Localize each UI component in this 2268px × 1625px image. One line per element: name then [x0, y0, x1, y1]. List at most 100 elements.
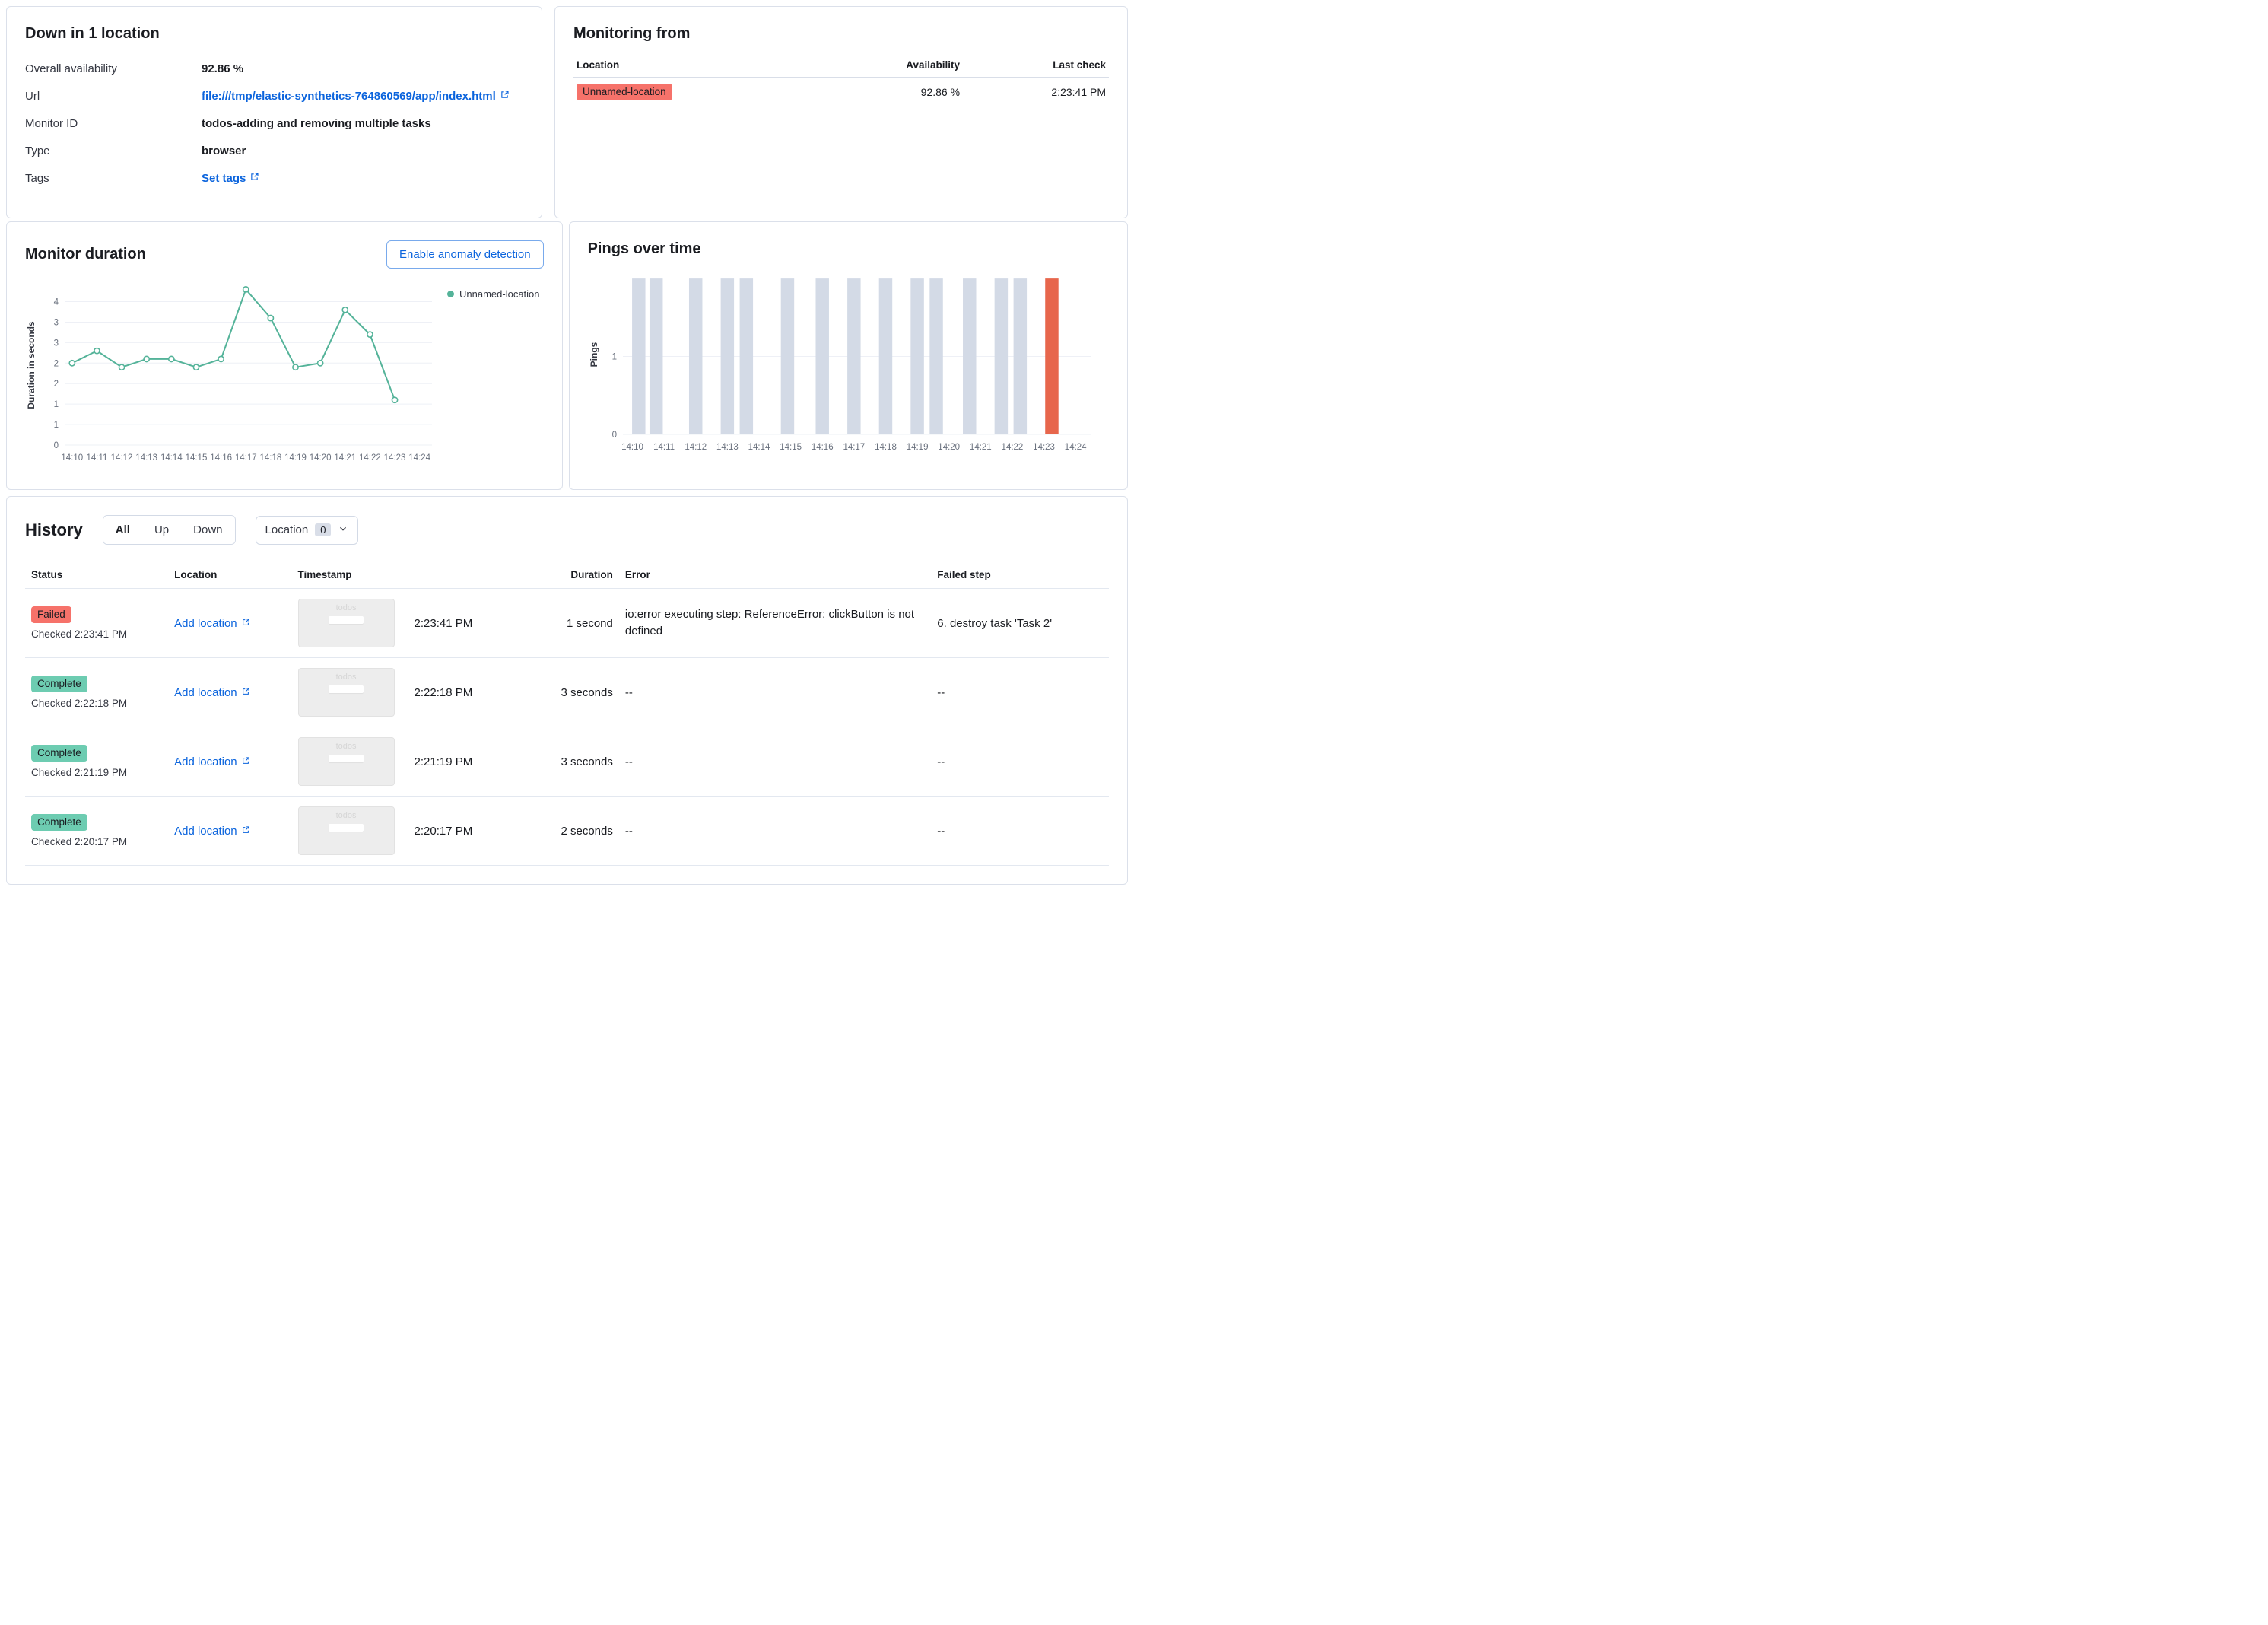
monitor-type-value: browser [202, 145, 246, 157]
legend-unnamed-location[interactable]: Unnamed-location [447, 288, 540, 300]
monitoring-row: Unnamed-location 92.86 % 2:23:41 PM [573, 77, 1109, 107]
step-screenshot-thumbnail[interactable]: todos [297, 599, 395, 647]
svg-text:14:20: 14:20 [938, 443, 960, 452]
duration-cell: 1 second [551, 588, 619, 658]
svg-text:14:19: 14:19 [906, 443, 928, 452]
status-badge: Complete [31, 745, 87, 762]
svg-text:14:22: 14:22 [359, 453, 381, 463]
failed-step-cell: -- [931, 727, 1109, 797]
svg-text:14:14: 14:14 [748, 443, 770, 452]
history-row-complete: Complete Checked 2:20:17 PM Add location [25, 796, 1109, 866]
error-cell: io:error executing step: ReferenceError:… [624, 608, 915, 638]
filter-all[interactable]: All [103, 516, 142, 544]
svg-text:14:24: 14:24 [408, 453, 430, 463]
chevron-down-icon [338, 523, 348, 537]
pings-over-time-panel: Pings over time 0 1 14:10 14:11 14:12 14:13 14… [568, 221, 1128, 490]
field-tags: Tags Set tags [25, 172, 523, 185]
external-link-icon [241, 686, 250, 699]
step-screenshot-thumbnail[interactable]: todos [297, 668, 395, 717]
external-link-icon [500, 90, 510, 103]
checked-time: Checked 2:21:19 PM [31, 767, 128, 778]
add-location-link[interactable]: Add location [174, 617, 250, 630]
status-badge: Failed [31, 606, 71, 623]
svg-text:14:11: 14:11 [86, 453, 107, 463]
location-filter-button[interactable]: Location 0 [255, 515, 359, 545]
svg-text:1: 1 [54, 421, 59, 430]
add-location-link[interactable]: Add location [174, 686, 250, 699]
col-failed-step: Failed step [931, 561, 1109, 589]
step-screenshot-thumbnail[interactable]: todos [297, 737, 395, 786]
duration-line-chart: 0112233414:10 14:11 14:12 14:13 14:14 14:15 14… [26, 285, 432, 463]
checked-time: Checked 2:22:18 PM [31, 698, 128, 709]
status-field-list: Overall availability 92.86 % Url file://… [25, 62, 523, 185]
svg-text:14:18: 14:18 [875, 443, 897, 452]
thumbnail-app-title: todos [335, 673, 357, 682]
timestamp-text: 2:23:41 PM [414, 616, 473, 630]
field-label: Type [25, 145, 50, 157]
history-row: History All Up Down Location 0 Status Lo… [6, 496, 1128, 885]
timestamp-text: 2:20:17 PM [414, 824, 473, 838]
monitor-duration-title: Monitor duration [25, 246, 146, 262]
svg-text:14:12: 14:12 [111, 453, 133, 463]
svg-text:14:16: 14:16 [210, 453, 232, 463]
location-status-badge: Unnamed-location [577, 84, 672, 100]
location-filter-label: Location [265, 523, 309, 536]
svg-text:0: 0 [54, 441, 59, 450]
filter-up[interactable]: Up [141, 516, 182, 544]
status-badge: Complete [31, 676, 87, 692]
history-panel: History All Up Down Location 0 Status Lo… [6, 496, 1128, 885]
thumbnail-app-title: todos [335, 603, 357, 612]
svg-text:2: 2 [54, 380, 59, 389]
availability-cell: 92.86 % [818, 77, 964, 107]
error-cell: -- [618, 727, 932, 797]
add-location-link[interactable]: Add location [174, 825, 250, 838]
svg-text:14:11: 14:11 [653, 443, 675, 452]
monitor-id-value: todos-adding and removing multiple tasks [202, 117, 431, 130]
last-check-cell: 2:23:41 PM [963, 77, 1109, 107]
duration-cell: 3 seconds [551, 727, 619, 797]
svg-text:4: 4 [54, 298, 59, 307]
col-duration: Duration [551, 561, 619, 589]
uptime-monitor-page: Down in 1 location Overall availability … [0, 0, 1134, 891]
monitor-url-link[interactable]: file:///tmp/elastic-synthetics-764860569… [202, 90, 510, 103]
col-error: Error [618, 561, 932, 589]
availability-value: 92.86 % [202, 62, 244, 75]
external-link-icon [241, 617, 250, 630]
add-location-text: Add location [174, 824, 237, 838]
set-tags-link[interactable]: Set tags [202, 172, 259, 185]
add-location-text: Add location [174, 685, 237, 699]
pings-bar-chart: 0 1 14:10 14:11 14:12 14:13 14:14 14:15 14:16 14:… [589, 278, 1091, 452]
svg-text:14:20: 14:20 [310, 453, 332, 463]
timestamp-text: 2:21:19 PM [414, 755, 473, 768]
status-badge: Complete [31, 814, 87, 831]
svg-text:14:15: 14:15 [780, 443, 802, 452]
legend-dot-icon [447, 291, 454, 297]
svg-text:0: 0 [611, 431, 616, 440]
col-timestamp: Timestamp [291, 561, 552, 589]
history-row-complete: Complete Checked 2:21:19 PM Add location [25, 727, 1109, 797]
svg-text:14:13: 14:13 [716, 443, 739, 452]
svg-text:14:16: 14:16 [811, 443, 833, 452]
history-row-failed: Failed Checked 2:23:41 PM Add location t… [25, 588, 1109, 658]
svg-text:Pings: Pings [589, 342, 599, 367]
svg-text:14:10: 14:10 [61, 453, 83, 463]
pings-over-time-title: Pings over time [587, 240, 701, 257]
svg-text:14:23: 14:23 [384, 453, 406, 463]
step-screenshot-thumbnail[interactable]: todos [297, 806, 395, 855]
thumbnail-app-title: todos [335, 742, 357, 751]
svg-text:2: 2 [54, 359, 59, 368]
svg-text:14:17: 14:17 [843, 443, 865, 452]
enable-anomaly-detection-button[interactable]: Enable anomaly detection [386, 240, 544, 269]
svg-text:14:18: 14:18 [259, 453, 281, 463]
status-filter-group: All Up Down [102, 515, 236, 545]
url-text: file:///tmp/elastic-synthetics-764860569… [202, 90, 496, 103]
col-last-check: Last check [963, 53, 1109, 78]
add-location-link[interactable]: Add location [174, 755, 250, 768]
filter-down[interactable]: Down [181, 516, 235, 544]
svg-text:14:14: 14:14 [160, 453, 183, 463]
status-panel-title: Down in 1 location [25, 25, 160, 42]
thumbnail-input-bar [329, 685, 364, 693]
svg-text:1: 1 [54, 400, 59, 409]
svg-text:14:17: 14:17 [235, 453, 257, 463]
field-monitor-id: Monitor ID todos-adding and removing mul… [25, 117, 523, 130]
